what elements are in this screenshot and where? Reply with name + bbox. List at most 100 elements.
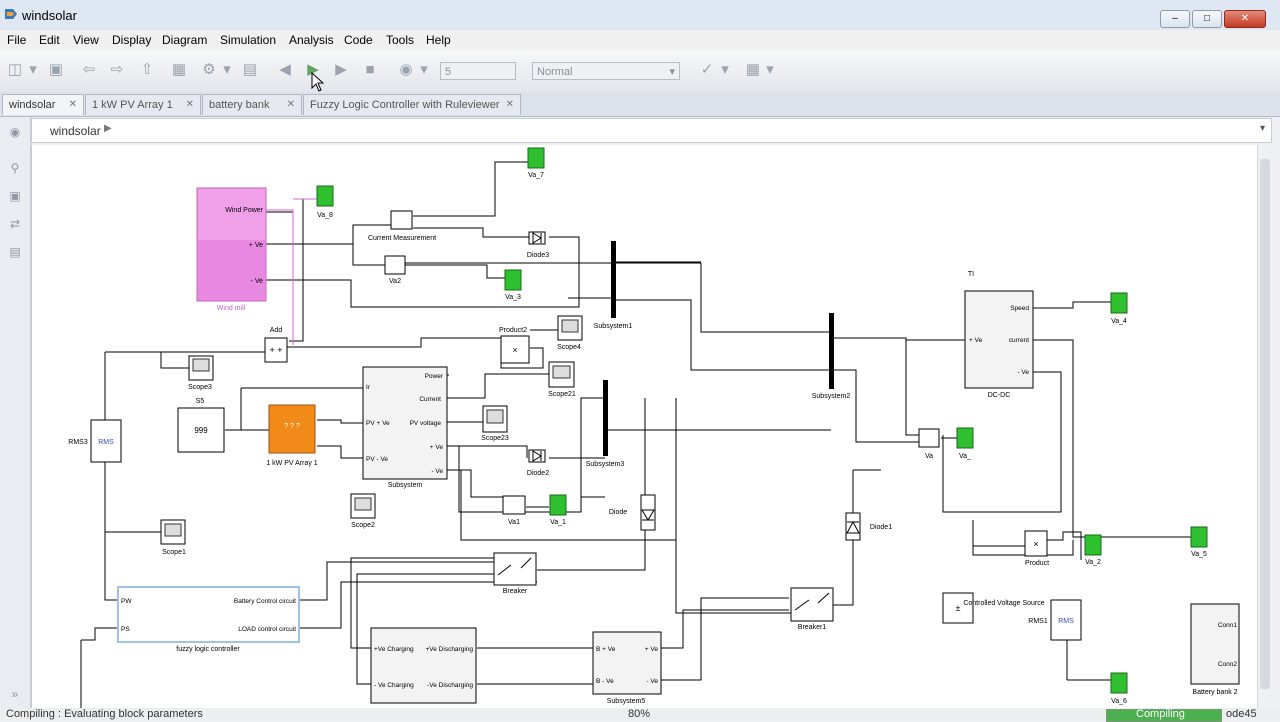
wind-mill-block[interactable]: Wind Power + Ve - Ve Wind mill	[196, 187, 267, 312]
up-icon[interactable]: ⇧	[138, 61, 156, 79]
menu-view[interactable]: View	[73, 33, 99, 47]
va2-label: Va2	[389, 278, 401, 285]
menu-analysis[interactable]: Analysis	[289, 33, 334, 47]
menu-diagram[interactable]: Diagram	[162, 33, 207, 47]
save-icon[interactable]: ▣	[47, 61, 65, 79]
chevron-down-icon[interactable]: ▾	[720, 61, 730, 79]
breaker-block[interactable]	[493, 552, 537, 586]
simulation-mode-select[interactable]: Normal ▾	[532, 62, 680, 80]
arrow-icon[interactable]: ⇄	[8, 217, 22, 231]
minimize-button[interactable]: –	[1160, 10, 1190, 28]
sub-minus-port: - Ve	[431, 468, 443, 475]
model-canvas[interactable]: Wind Power + Ve - Ve Wind mill Va_8 Va_7…	[31, 145, 1258, 708]
subsystem2-label: Subsystem2	[812, 393, 851, 400]
close-button[interactable]: ✕	[1224, 10, 1266, 28]
scope-va2[interactable]	[1084, 534, 1102, 556]
solver-name: ode45	[1226, 708, 1257, 720]
va-label: Va_	[959, 453, 971, 460]
tab-battery-bank[interactable]: battery bank ✕	[202, 94, 302, 115]
toolbar: ◫ ▾ ▣ ⇦ ⇨ ⇧ ▦ ⚙ ▾ ▤ ◀ ▶ ▶ ■ ◉ ▾ 5 Normal…	[0, 50, 1280, 93]
scope-va[interactable]	[956, 427, 974, 449]
stop-time-input[interactable]: 5	[440, 62, 516, 80]
chevron-down-icon[interactable]: ▾	[222, 61, 232, 79]
scope-va6[interactable]	[1110, 672, 1128, 694]
rms3-inner: RMS	[98, 439, 114, 446]
subsystem2-mux[interactable]	[829, 313, 834, 389]
close-icon[interactable]: ✕	[186, 95, 194, 115]
current-measurement-block[interactable]	[390, 210, 413, 230]
va1-measurement-block[interactable]	[502, 495, 526, 515]
stop-icon[interactable]: ■	[361, 61, 379, 79]
settings-gear-icon[interactable]: ⚙	[200, 61, 218, 79]
scope-va5[interactable]	[1190, 526, 1208, 548]
step-forward-icon[interactable]: ▶	[332, 61, 350, 79]
dis-minus-port: -Ve Discharging	[427, 682, 473, 689]
annotation-icon[interactable]: ▤	[8, 245, 22, 259]
subsystem3-mux[interactable]	[603, 380, 608, 456]
model-explorer-icon[interactable]: ▤	[241, 61, 259, 79]
scope-va1[interactable]	[549, 494, 567, 516]
grid-icon[interactable]: ▦	[744, 61, 762, 79]
tab-fuzzy-logic[interactable]: Fuzzy Logic Controller with Ruleviewer ✕	[303, 94, 521, 115]
vertical-scrollbar[interactable]	[1257, 145, 1273, 708]
tab-label: battery bank	[209, 99, 270, 111]
zoom-icon[interactable]: ⚲	[8, 161, 22, 175]
dcdc-minus-port: - Ve	[1017, 369, 1029, 376]
subsystem1-label: Subsystem1	[594, 323, 633, 330]
scope-va7[interactable]	[527, 147, 545, 169]
scope-va8[interactable]	[316, 185, 334, 207]
sub-pv-plus-port: PV + Ve	[366, 420, 390, 427]
chevron-down-icon[interactable]: ▾	[419, 61, 429, 79]
chevron-down-icon[interactable]: ▾	[765, 61, 775, 79]
tab-pv-array[interactable]: 1 kW PV Array 1 ✕	[85, 94, 201, 115]
breaker1-block[interactable]	[790, 587, 834, 622]
chevron-down-icon[interactable]: ▾	[1260, 123, 1265, 134]
close-icon[interactable]: ✕	[287, 95, 295, 115]
hide-browser-icon[interactable]: ◉	[8, 125, 22, 139]
forward-icon[interactable]: ⇨	[108, 61, 126, 79]
back-icon[interactable]: ⇦	[80, 61, 98, 79]
tab-windsolar[interactable]: windsolar ✕	[2, 94, 84, 115]
menu-bar: File Edit View Display Diagram Simulatio…	[0, 30, 1280, 50]
scope-va3[interactable]	[504, 269, 522, 291]
new-model-icon[interactable]: ◫	[6, 61, 24, 79]
model-advisor-icon[interactable]: ✓	[698, 61, 716, 79]
rms1-inner: RMS	[1058, 618, 1074, 625]
close-icon[interactable]: ✕	[69, 95, 77, 115]
menu-display[interactable]: Display	[112, 33, 151, 47]
close-icon[interactable]: ✕	[506, 95, 514, 115]
conn2-port: Conn2	[1218, 661, 1238, 668]
status-bar: Compiling : Evaluating block parameters …	[0, 708, 1280, 722]
fuzzy-logic-controller-label: fuzzy logic controller	[176, 646, 240, 653]
record-icon[interactable]: ◉	[397, 61, 415, 79]
window-title: windsolar	[22, 8, 77, 23]
va2-label: Va_2	[1085, 559, 1101, 566]
library-browser-icon[interactable]: ▦	[170, 61, 188, 79]
scope21-label: Scope21	[548, 391, 576, 398]
menu-edit[interactable]: Edit	[39, 33, 60, 47]
chevron-down-icon[interactable]: ▾	[28, 61, 38, 79]
step-back-icon[interactable]: ◀	[276, 61, 294, 79]
fit-view-icon[interactable]: ▣	[8, 189, 22, 203]
s5-label: S5	[196, 398, 205, 405]
menu-simulation[interactable]: Simulation	[220, 33, 276, 47]
subsystem3-label: Subsystem3	[586, 461, 625, 468]
status-text: Compiling : Evaluating block parameters	[6, 708, 203, 720]
expand-icon[interactable]: »	[8, 687, 22, 701]
product-label: Product	[1025, 560, 1049, 567]
flc-battery-port: Battery Control circuit	[234, 598, 296, 605]
maximize-button[interactable]: □	[1192, 10, 1222, 28]
sub-pv-minus-port: PV - Ve	[366, 456, 388, 463]
va2-block[interactable]	[384, 255, 406, 275]
fuzzy-logic-controller-block[interactable]	[117, 586, 300, 643]
menu-tools[interactable]: Tools	[386, 33, 414, 47]
menu-code[interactable]: Code	[344, 33, 373, 47]
scrollbar-thumb[interactable]	[1260, 159, 1270, 689]
subsystem1-mux[interactable]	[611, 241, 616, 318]
scope-va4[interactable]	[1110, 292, 1128, 314]
va-measurement-block[interactable]	[918, 428, 940, 448]
breadcrumb-model[interactable]: windsolar	[50, 124, 101, 138]
battery-bank-2-label: Battery bank 2	[1192, 689, 1237, 696]
menu-file[interactable]: File	[7, 33, 26, 47]
menu-help[interactable]: Help	[426, 33, 451, 47]
